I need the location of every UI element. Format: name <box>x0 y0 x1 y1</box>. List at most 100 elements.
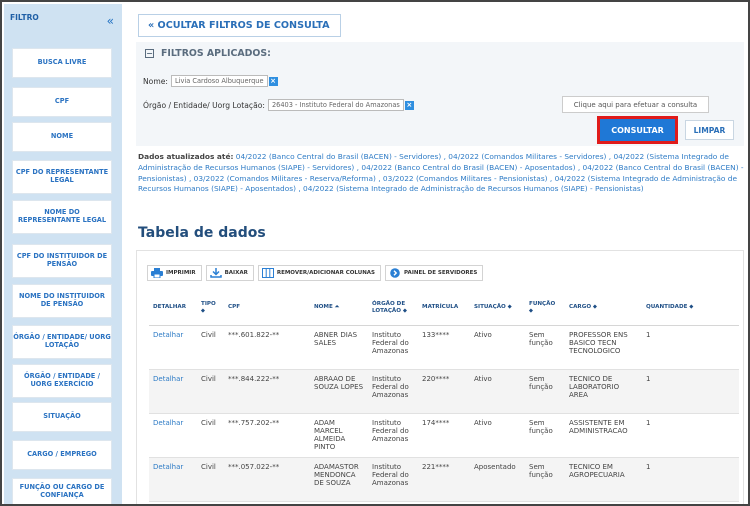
cell-tipo: Civil <box>197 369 224 414</box>
collapse-minus-icon[interactable]: − <box>145 49 154 58</box>
cell-nome: ADAMASTOR MENDONCA DE SOUZA <box>310 457 368 502</box>
detalhar-link[interactable]: Detalhar <box>149 457 197 502</box>
cell-cpf: ***.057.022-** <box>224 457 310 502</box>
table-title: Tabela de dados <box>138 225 266 241</box>
columns-label: REMOVER/ADICIONAR COLUNAS <box>276 270 376 276</box>
cell-situacao: Aposentado <box>470 457 525 502</box>
col-quantidade[interactable]: QUANTIDADE ⬥ <box>642 291 739 326</box>
cell-matricula: 174**** <box>418 413 470 458</box>
table-row: Detalhar Civil ***.057.022-** ADAMASTOR … <box>149 457 739 502</box>
cell-cpf: ***.757.202-** <box>224 413 310 458</box>
data-updated-label: Dados atualizados até: <box>138 152 234 161</box>
filter-busca-livre[interactable]: BUSCA LIVRE <box>12 48 112 78</box>
sidebar-header: FILTRO « <box>4 4 122 40</box>
col-detalhar: DETALHAR <box>149 291 197 326</box>
filter-nome-representante[interactable]: NOME DO REPRESENTANTE LEGAL <box>12 200 112 234</box>
print-label: IMPRIMIR <box>166 270 196 276</box>
cell-situacao: Ativo <box>470 413 525 458</box>
filter-orgao-chip: 26403 - Instituto Federal do Amazonas <box>267 99 404 111</box>
col-matricula: MATRÍCULA <box>418 291 470 326</box>
cell-nome: ADAM MARCEL ALMEIDA PINTO <box>310 413 368 458</box>
cell-cpf: ***.844.222-** <box>224 369 310 414</box>
cell-tipo: Civil <box>197 325 224 370</box>
remove-filter-icon[interactable]: × <box>268 76 278 86</box>
filter-cpf-representante[interactable]: CPF DO REPRESENTANTE LEGAL <box>12 160 112 194</box>
cell-quantidade: 1 <box>642 369 739 414</box>
filter-cargo-emprego[interactable]: CARGO / EMPREGO <box>12 440 112 470</box>
print-button[interactable]: IMPRIMIR <box>147 265 202 281</box>
detalhar-link[interactable]: Detalhar <box>149 413 197 458</box>
col-cargo[interactable]: CARGO ⬥ <box>565 291 642 326</box>
cell-matricula: 133**** <box>418 325 470 370</box>
col-nome[interactable]: NOME ⏶ <box>310 291 368 326</box>
table-row: Detalhar Civil ***.757.202-** ADAM MARCE… <box>149 413 739 458</box>
remove-filter-icon[interactable]: × <box>404 100 414 110</box>
filter-orgao-lotacao[interactable]: ÓRGÃO / ENTIDADE/ UORG LOTAÇÃO <box>12 325 112 359</box>
cell-funcao: Sem função <box>525 413 565 458</box>
consult-hint[interactable]: Clique aqui para efetuar a consulta <box>562 96 709 113</box>
filter-situacao[interactable]: SITUAÇÃO <box>12 402 112 432</box>
cell-quantidade: 1 <box>642 457 739 502</box>
filter-funcao-cargo-confianca[interactable]: FUNÇÃO OU CARGO DE CONFIANÇA <box>12 478 112 504</box>
cell-nome: ABRAAO DE SOUZA LOPES <box>310 369 368 414</box>
detalhar-link[interactable]: Detalhar <box>149 325 197 370</box>
limpar-button[interactable]: LIMPAR <box>685 120 734 140</box>
cell-situacao: Ativo <box>470 325 525 370</box>
filter-nome-chip: Livia Cardoso Albuquerque <box>170 75 268 87</box>
sidebar-title: FILTRO <box>10 13 39 22</box>
cell-orgao: Instituto Federal do Amazonas <box>368 413 418 458</box>
cell-matricula: 220**** <box>418 369 470 414</box>
download-icon <box>209 268 222 278</box>
cell-situacao: Ativo <box>470 369 525 414</box>
filter-nome[interactable]: NOME <box>12 122 112 152</box>
servers-panel-label: PAINEL DE SERVIDORES <box>404 270 478 276</box>
cell-quantidade: 1 <box>642 413 739 458</box>
columns-button[interactable]: REMOVER/ADICIONAR COLUNAS <box>257 265 382 281</box>
col-situacao[interactable]: SITUAÇÃO ⬥ <box>470 291 525 326</box>
cell-cargo: PROFESSOR ENS BASICO TECN TECNOLOGICO <box>565 325 642 370</box>
columns-icon <box>261 268 274 278</box>
data-table-card: IMPRIMIR BAIXAR REMOVER/ADICIONAR COLUNA… <box>136 250 744 504</box>
col-orgao-lotacao[interactable]: ÓRGÃO DE LOTAÇÃO ⬥ <box>368 291 418 326</box>
cell-tipo: Civil <box>197 413 224 458</box>
cell-nome: ABNER DIAS SALES <box>310 325 368 370</box>
cell-orgao: Instituto Federal do Amazonas <box>368 457 418 502</box>
applied-filters-heading[interactable]: − FILTROS APLICADOS: <box>145 48 271 59</box>
download-label: BAIXAR <box>224 270 248 276</box>
applied-filters-panel: − FILTROS APLICADOS: Nome: Livia Cardoso… <box>136 42 744 146</box>
filter-nome-instituidor[interactable]: NOME DO INSTITUIDOR DE PENSÃO <box>12 284 112 318</box>
table-header-row: DETALHAR TIPO ⬥ CPF NOME ⏶ ÓRGÃO DE LOTA… <box>149 291 739 326</box>
servers-table: DETALHAR TIPO ⬥ CPF NOME ⏶ ÓRGÃO DE LOTA… <box>149 291 739 502</box>
cell-tipo: Civil <box>197 457 224 502</box>
cell-orgao: Instituto Federal do Amazonas <box>368 369 418 414</box>
printer-icon <box>151 268 163 279</box>
hide-filters-button[interactable]: « OCULTAR FILTROS DE CONSULTA <box>138 14 341 37</box>
servers-panel-button[interactable]: PAINEL DE SERVIDORES <box>385 265 484 281</box>
filter-row-nome: Nome: Livia Cardoso Albuquerque × <box>143 75 278 87</box>
filter-sidebar: FILTRO « BUSCA LIVRE CPF NOME CPF DO REP… <box>4 4 122 504</box>
download-button[interactable]: BAIXAR <box>205 265 254 281</box>
cell-cpf: ***.601.822-** <box>224 325 310 370</box>
cell-cargo: ASSISTENTE EM ADMINISTRACAO <box>565 413 642 458</box>
applied-filters-title: FILTROS APLICADOS: <box>161 48 271 59</box>
cell-quantidade: 1 <box>642 325 739 370</box>
filter-cpf-instituidor[interactable]: CPF DO INSTITUIDOR DE PENSÃO <box>12 244 112 278</box>
detalhar-link[interactable]: Detalhar <box>149 369 197 414</box>
arrow-circle-icon <box>389 268 401 278</box>
cell-funcao: Sem função <box>525 457 565 502</box>
filter-orgao-exercicio[interactable]: ÓRGÃO / ENTIDADE / UORG EXERCÍCIO <box>12 364 112 398</box>
filter-cpf[interactable]: CPF <box>12 87 112 117</box>
consultar-button[interactable]: CONSULTAR <box>597 116 678 144</box>
cell-cargo: TECNICO EM AGROPECUARIA <box>565 457 642 502</box>
cell-orgao: Instituto Federal do Amazonas <box>368 325 418 370</box>
collapse-sidebar-icon[interactable]: « <box>107 15 114 27</box>
cell-funcao: Sem função <box>525 369 565 414</box>
col-funcao[interactable]: FUNÇÃO ⬥ <box>525 291 565 326</box>
col-tipo[interactable]: TIPO ⬥ <box>197 291 224 326</box>
filter-nome-label: Nome: <box>143 76 168 86</box>
table-row: Detalhar Civil ***.601.822-** ABNER DIAS… <box>149 325 739 370</box>
page-frame: FILTRO « BUSCA LIVRE CPF NOME CPF DO REP… <box>0 0 750 506</box>
table-toolbar: IMPRIMIR BAIXAR REMOVER/ADICIONAR COLUNA… <box>147 265 484 281</box>
cell-cargo: TECNICO DE LABORATORIO AREA <box>565 369 642 414</box>
col-cpf: CPF <box>224 291 310 326</box>
